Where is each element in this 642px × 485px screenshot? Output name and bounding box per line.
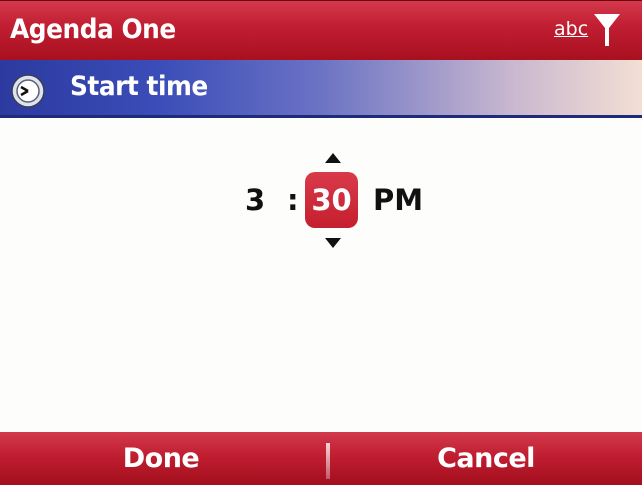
- clock-icon: [11, 74, 45, 108]
- done-button[interactable]: Done: [0, 432, 322, 485]
- arrow-down-icon[interactable]: [325, 238, 341, 248]
- time-separator: :: [287, 183, 299, 217]
- signal-icon: [594, 14, 620, 46]
- cancel-button[interactable]: Cancel: [330, 432, 642, 485]
- ampm-field[interactable]: PM: [373, 183, 423, 217]
- arrow-up-icon[interactable]: [325, 153, 341, 163]
- input-mode-indicator[interactable]: abc: [554, 18, 588, 40]
- hour-field[interactable]: 3: [245, 183, 265, 217]
- page-title: Start time: [70, 71, 208, 102]
- minute-value: 30: [311, 183, 352, 217]
- softkey-bar: Done Cancel: [0, 432, 642, 485]
- app-title: Agenda One: [10, 14, 176, 45]
- minute-field[interactable]: 30: [305, 172, 358, 228]
- softkey-divider: [326, 443, 330, 479]
